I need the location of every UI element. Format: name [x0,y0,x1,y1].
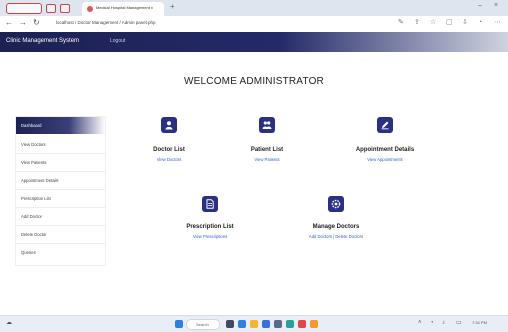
volume-icon[interactable]: ♪ [442,320,445,326]
file-explorer-icon[interactable] [250,320,258,328]
card-title-patient-list: Patient List [250,147,284,153]
weather-icon[interactable]: ☁ [6,320,12,326]
sidebar-item-label: Appointment Details [21,178,59,183]
sidebar-item-appointment-details[interactable]: Appointment Details [16,172,105,190]
store-icon[interactable] [274,320,282,328]
document-icon[interactable] [202,196,218,212]
tab-favicon-icon [87,6,93,12]
view-patients-link[interactable]: View Patients [254,157,279,162]
network-icon[interactable]: ◔ [430,320,434,326]
tray-chevron-icon[interactable]: ˄ [418,320,422,326]
favorites-icon[interactable]: ☆ [430,19,436,26]
manage-doctors-links[interactable]: Add Doctors | Delete Doctors [309,234,363,239]
card-title-doctor-list: Doctor List [153,147,185,153]
profile-pill[interactable] [6,3,42,14]
sidebar-item-queries[interactable]: Queries [16,244,105,261]
sidebar-item-label: Add Doctor [21,214,42,219]
forward-button[interactable]: → [19,19,27,27]
extension-icon[interactable]: ✎ [398,19,404,26]
taskbar: ☁ Search ˄ ◔ ♪ ▭ 7:34 PM [0,315,508,332]
users-icon[interactable] [259,117,275,133]
card-title-appointment-details: Appointment Details [355,147,415,153]
sidebar-item-label: Delete Doctor [21,232,47,237]
profile-icon[interactable]: ◔ [478,19,482,26]
page-title: WELCOME ADMINISTRATOR [184,76,324,87]
minimize-button[interactable]: – [478,2,482,9]
sidebar-item-prescription-list[interactable]: Prescription List [16,190,105,208]
workspace-icon[interactable] [60,4,70,13]
back-button[interactable]: ← [5,19,13,27]
mail-icon[interactable] [262,320,270,328]
view-appointments-link[interactable]: View Appointments [367,157,403,162]
downloads-icon[interactable]: ⇩ [462,19,468,26]
collections-icon[interactable]: ▢ [446,19,453,26]
gear-icon[interactable] [328,196,344,212]
sidebar-item-dashboard[interactable]: Dashboard [16,117,105,134]
more-menu-icon[interactable]: ⋯ [494,19,501,26]
app-header: Clinic Management System Logout [0,32,508,52]
sidebar-item-view-patients[interactable]: View Patients [16,154,105,172]
address-bar: ← → ↻ localhost / Doctor Management / Ad… [0,16,508,33]
sidebar-item-view-doctors[interactable]: View Doctors [16,136,105,154]
start-icon[interactable] [175,320,183,328]
sidebar-item-label: Dashboard [21,123,42,128]
close-window-button[interactable]: × [494,2,498,9]
chrome-icon[interactable] [298,320,306,328]
sidebar-item-label: Queries [21,250,36,255]
view-doctors-link[interactable]: View Doctors [157,157,182,162]
card-title-manage-doctors: Manage Doctors [312,224,360,230]
url-field[interactable]: localhost / Doctor Management / Admin pa… [56,20,156,25]
share-icon[interactable]: ⇪ [414,19,420,26]
sidebar-item-label: Prescription List [21,196,51,201]
sidebar-item-delete-doctor[interactable]: Delete Doctor [16,226,105,244]
card-title-prescription-list: Prescription List [186,224,234,230]
browser-tab[interactable]: Medical Hospital Management x [82,2,164,16]
logout-link[interactable]: Logout [110,38,125,44]
battery-icon[interactable]: ▭ [456,320,462,326]
taskbar-search[interactable]: Search [186,319,220,330]
task-view-icon[interactable] [226,320,234,328]
sidebar-item-add-doctor[interactable]: Add Doctor [16,208,105,226]
sidebar-item-label: View Doctors [21,142,46,147]
taskbar-search-label: Search [196,322,209,327]
reload-button[interactable]: ↻ [33,19,40,27]
sidebar: Dashboard View Doctors View Patients App… [15,116,106,266]
browser-tab-strip: Medical Hospital Management x + – × [0,0,508,16]
pen-icon[interactable] [377,117,393,133]
view-prescriptions-link[interactable]: View Prescriptions [193,234,227,239]
browser-menu-icon[interactable] [46,4,56,13]
new-tab-button[interactable]: + [170,3,175,11]
browser-taskbar-icon[interactable] [238,320,246,328]
xampp-icon[interactable] [310,320,318,328]
app-icon[interactable] [286,320,294,328]
user-icon[interactable] [161,117,177,133]
app-brand[interactable]: Clinic Management System [6,38,79,44]
clock[interactable]: 7:34 PM [472,321,487,325]
tab-title: Medical Hospital Management x [96,5,153,10]
sidebar-item-label: View Patients [21,160,47,165]
